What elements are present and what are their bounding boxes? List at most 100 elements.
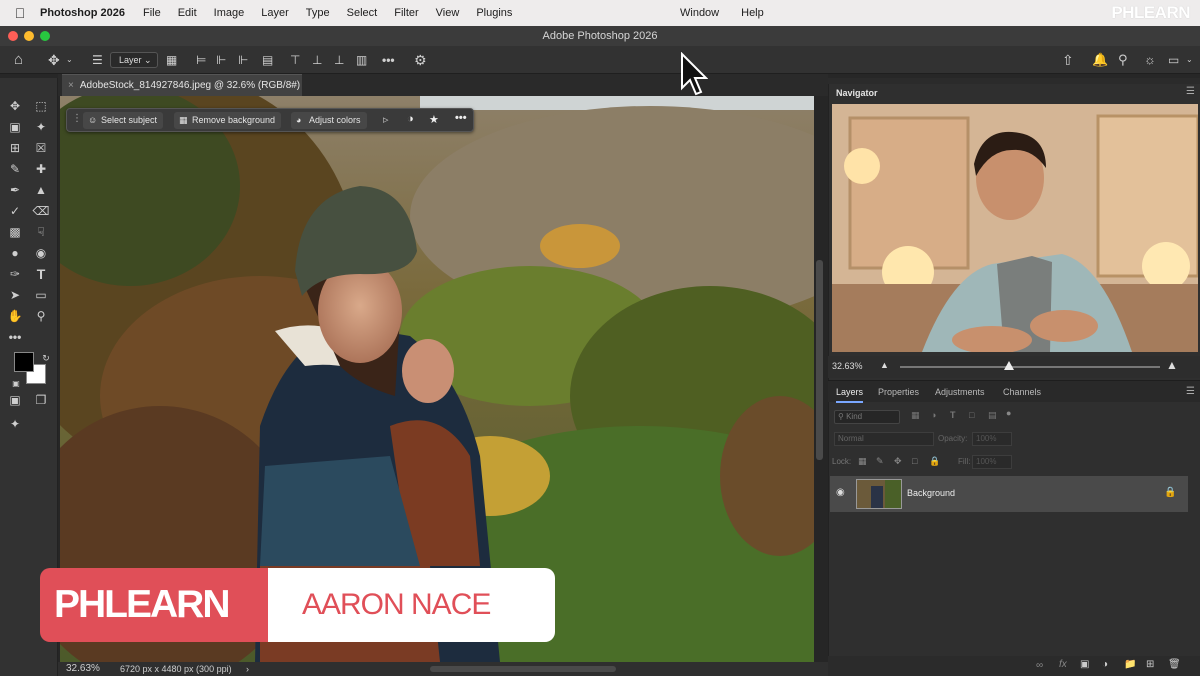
select-subject-button[interactable]: ☺ Select subject — [83, 112, 164, 129]
adjust-colors-button[interactable]: ◕ Adjust colors — [291, 112, 367, 129]
menu-app-name[interactable]: Photoshop 2026 — [40, 7, 125, 19]
menu-file[interactable]: File — [143, 7, 161, 19]
close-window-button[interactable] — [8, 31, 18, 41]
lasso-icon[interactable]: ▹ — [383, 113, 389, 126]
brush-tool-icon[interactable]: ✒ — [5, 180, 25, 200]
zoom-tool-icon[interactable]: ⚲ — [31, 306, 51, 326]
quick-mask-icon[interactable]: ▣ — [5, 390, 25, 410]
more-options-icon[interactable]: ••• — [382, 50, 395, 70]
status-zoom[interactable]: 32.63% — [66, 662, 100, 676]
layers-menu-icon[interactable]: ☰ — [1186, 386, 1195, 397]
navigator-panel-title[interactable]: Navigator — [836, 84, 878, 102]
rectangle-tool-icon[interactable]: ▭ — [31, 285, 51, 305]
filter-smart-icon[interactable]: ▤ — [988, 410, 997, 421]
contrast-icon[interactable]: ◑ — [407, 113, 414, 125]
folder-icon[interactable]: 📁 — [1124, 659, 1136, 670]
distribute-vertical-icon[interactable]: ▥ — [356, 50, 367, 70]
marquee-tool-icon[interactable]: ⬚ — [31, 96, 51, 116]
menu-type[interactable]: Type — [306, 7, 330, 19]
navigator-zoom-slider[interactable] — [900, 366, 1160, 368]
more-icon[interactable]: ••• — [455, 112, 467, 124]
menu-edit[interactable]: Edit — [178, 7, 197, 19]
menu-view[interactable]: View — [436, 7, 460, 19]
history-brush-tool-icon[interactable]: ✓ — [5, 201, 25, 221]
menu-image[interactable]: Image — [214, 7, 245, 19]
horizontal-scrollbar[interactable] — [430, 666, 616, 672]
sponge-tool-icon[interactable]: ◉ — [31, 243, 51, 263]
filter-shape-icon[interactable]: □ — [969, 410, 974, 420]
filter-type-icon[interactable]: T — [950, 410, 956, 420]
menu-filter[interactable]: Filter — [394, 7, 418, 19]
zoom-out-icon[interactable]: ▲ — [880, 360, 889, 370]
add-mask-icon[interactable]: ▣ — [1080, 659, 1089, 670]
magic-wand-tool-icon[interactable]: ✦ — [31, 117, 51, 137]
opacity-field[interactable]: 100% — [972, 432, 1012, 446]
drag-handle-icon[interactable]: ⋮ — [72, 113, 82, 124]
lock-all-icon[interactable]: 🔒 — [929, 456, 940, 467]
share-icon[interactable]: ⇧ — [1062, 50, 1074, 70]
link-layers-icon[interactable]: ∞ — [1036, 660, 1043, 671]
eyedropper-tool-icon[interactable]: ✎ — [5, 159, 25, 179]
screen-mode-icon[interactable]: ❐ — [31, 390, 51, 410]
blend-mode-dropdown[interactable]: Normal — [834, 432, 934, 446]
lock-position-icon[interactable]: ✥ — [894, 456, 902, 467]
zoom-window-button[interactable] — [40, 31, 50, 41]
zoom-in-icon[interactable]: ▲ — [1166, 358, 1178, 372]
navigator-menu-icon[interactable]: ☰ — [1186, 86, 1195, 97]
layer-row-background[interactable]: ◉ Background 🔒 — [830, 476, 1188, 512]
document-tab[interactable]: × AdobeStock_814927846.jpeg @ 32.6% (RGB/… — [62, 74, 302, 96]
lock-pixels-icon[interactable]: ✎ — [876, 456, 884, 467]
eye-icon[interactable]: ◉ — [836, 487, 845, 498]
trash-icon[interactable]: 🗑 — [1168, 659, 1181, 670]
workspace-icon[interactable]: ▭ — [1168, 50, 1179, 70]
stamp-tool-icon[interactable]: ▲ — [31, 180, 51, 200]
distribute-icon[interactable]: ▤ — [262, 50, 273, 70]
zoom-slider-thumb[interactable] — [1004, 361, 1014, 370]
align-right-icon[interactable]: ⊩ — [238, 50, 248, 70]
remove-background-button[interactable]: ▦ Remove background — [174, 112, 282, 129]
menu-layer[interactable]: Layer — [261, 7, 289, 19]
transform-controls-icon[interactable]: ▦ — [166, 50, 177, 70]
move-tool-icon[interactable]: ✥ — [5, 96, 25, 116]
align-middle-icon[interactable]: ⊥ — [312, 50, 322, 70]
home-icon[interactable]: ⌂ — [14, 50, 23, 70]
move-tool-icon[interactable]: ✥ — [48, 50, 60, 70]
menu-help[interactable]: Help — [741, 7, 764, 19]
filter-adjustment-icon[interactable]: ◑ — [931, 410, 936, 420]
chevron-right-icon[interactable]: › — [246, 662, 249, 676]
close-tab-icon[interactable]: × — [68, 80, 74, 91]
navigator-preview[interactable] — [832, 104, 1198, 352]
healing-brush-tool-icon[interactable]: ✚ — [31, 159, 51, 179]
menu-select[interactable]: Select — [347, 7, 378, 19]
new-layer-icon[interactable]: ⊞ — [1146, 659, 1154, 670]
auto-select-dropdown[interactable]: Layer ⌄ — [110, 52, 158, 68]
swap-colors-icon[interactable]: ↻ — [36, 348, 56, 368]
tab-layers[interactable]: Layers — [836, 381, 864, 403]
align-top-icon[interactable]: ⊤ — [290, 50, 300, 70]
align-bottom-icon[interactable]: ⊥ — [334, 50, 344, 70]
lightbulb-icon[interactable]: ☼ — [1144, 50, 1156, 70]
layer-lock-icon[interactable]: 🔒 — [1164, 487, 1176, 498]
fx-icon[interactable]: fx — [1059, 659, 1067, 670]
generative-fill-icon[interactable]: ★ — [429, 113, 439, 126]
crop-tool-icon[interactable]: ⊞ — [5, 138, 25, 158]
frame-tool-icon[interactable]: ☒ — [31, 138, 51, 158]
gear-icon[interactable]: ⚙ — [414, 50, 427, 70]
fill-field[interactable]: 100% — [972, 455, 1012, 469]
path-selection-tool-icon[interactable]: ➤ — [5, 285, 25, 305]
smudge-tool-icon[interactable]: ☟ — [31, 222, 51, 242]
navigator-zoom-value[interactable]: 32.63% — [832, 361, 863, 371]
tab-channels[interactable]: Channels — [1003, 381, 1041, 403]
hand-tool-icon[interactable]: ✋ — [5, 306, 25, 326]
type-tool-icon[interactable]: T — [31, 264, 51, 284]
search-icon[interactable]: ⚲ — [1118, 50, 1128, 70]
bell-icon[interactable]: 🔔 — [1092, 50, 1108, 70]
workspace-chevron-icon[interactable]: ⌄ — [1186, 50, 1193, 70]
vertical-scrollbar[interactable] — [816, 260, 823, 460]
menu-window[interactable]: Window — [680, 7, 719, 19]
generative-tool-icon[interactable]: ✦ — [5, 414, 25, 434]
align-left-icon[interactable]: ⊨ — [196, 50, 206, 70]
minimize-window-button[interactable] — [24, 31, 34, 41]
adjustment-layer-icon[interactable]: ◑ — [1102, 659, 1108, 670]
filter-toggle-icon[interactable]: ● — [1006, 408, 1011, 418]
